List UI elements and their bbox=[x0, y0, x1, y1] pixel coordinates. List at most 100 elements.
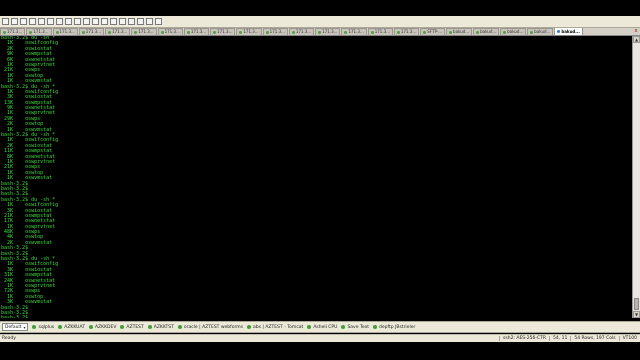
tab-label: 171.3... bbox=[295, 29, 312, 34]
tab-session[interactable]: 171.3... bbox=[78, 28, 105, 35]
session-button-label: Asheli CPU bbox=[313, 324, 338, 330]
session-button[interactable]: Asheli CPU bbox=[307, 325, 337, 330]
terminal-output[interactable]: bash-3.2$ du -sh * 1K oswifconfig 2K osw… bbox=[0, 36, 632, 318]
tab-session[interactable]: bakud... bbox=[500, 28, 527, 35]
tab-session[interactable]: 171.3... bbox=[393, 28, 420, 35]
tab-label: 171.3... bbox=[322, 29, 338, 34]
tab-label: 171.3... bbox=[85, 29, 102, 34]
tab-session[interactable]: 171.3... bbox=[131, 28, 157, 35]
session-button-icon bbox=[373, 325, 378, 329]
tab-active-session[interactable]: bakud... bbox=[554, 28, 583, 35]
tab-session[interactable]: SFTP-... bbox=[420, 28, 446, 35]
session-button-icon bbox=[177, 325, 182, 329]
vertical-scrollbar[interactable]: ▲ ▼ bbox=[632, 36, 640, 318]
tab-session[interactable]: bakud... bbox=[446, 28, 473, 35]
find-icon[interactable] bbox=[56, 18, 63, 25]
tab-session[interactable]: 171.3... bbox=[52, 28, 78, 35]
tab-session[interactable]: 171.3... bbox=[262, 28, 288, 35]
quick-connect-icon[interactable] bbox=[11, 18, 18, 25]
session-button[interactable]: AZTEST bbox=[120, 325, 144, 330]
copy-icon[interactable] bbox=[38, 18, 45, 25]
sftp-icon[interactable] bbox=[110, 18, 117, 25]
session-button-label: AZKKDEV bbox=[94, 324, 117, 330]
tab-label: 171.3... bbox=[138, 29, 154, 34]
help-icon[interactable] bbox=[155, 18, 162, 25]
tab-session[interactable]: 171.3... bbox=[315, 28, 341, 35]
tab-session[interactable]: 171.3... bbox=[288, 28, 315, 35]
session-button-icon bbox=[58, 325, 63, 329]
tab-label: 171.3... bbox=[400, 29, 417, 34]
map-keys-icon[interactable] bbox=[83, 18, 90, 25]
session-button[interactable]: depftp JBstrieler bbox=[373, 325, 415, 330]
connect-icon[interactable] bbox=[2, 18, 9, 25]
paste-icon[interactable] bbox=[47, 18, 54, 25]
settings-icon[interactable] bbox=[74, 18, 81, 25]
session-status-icon bbox=[239, 30, 243, 34]
session-options-icon[interactable] bbox=[92, 18, 99, 25]
session-status-icon bbox=[55, 30, 59, 34]
reconnect-icon[interactable] bbox=[20, 18, 27, 25]
session-button-label: oracle | AZTEST webforms bbox=[183, 324, 244, 330]
button-bar-selector[interactable]: Default ▾ bbox=[2, 323, 29, 331]
status-cell: 54 Rows, 197 Cols bbox=[570, 336, 618, 341]
session-button[interactable]: Save Text bbox=[341, 325, 369, 330]
disconnect-icon[interactable] bbox=[29, 18, 36, 25]
tab-session[interactable]: 171.3... bbox=[341, 28, 367, 35]
session-button-label: AZKKTST bbox=[153, 324, 174, 330]
tab-session[interactable]: 171.3... bbox=[105, 28, 131, 35]
tab-session[interactable]: 171.3... bbox=[210, 28, 236, 35]
global-options-icon[interactable] bbox=[101, 18, 108, 25]
session-button[interactable]: AZKKTST bbox=[147, 324, 174, 330]
status-text: Ready bbox=[2, 336, 16, 341]
status-bar: Ready ssh2: AES-256-CTR 54, 11 54 Rows, 19… bbox=[0, 334, 640, 342]
tab-label: 171.3... bbox=[112, 29, 128, 34]
session-status-icon bbox=[557, 30, 561, 33]
session-button[interactable]: AZKKUAT bbox=[58, 325, 85, 330]
tab-label: 171.3... bbox=[269, 29, 285, 34]
log-icon[interactable] bbox=[119, 18, 126, 25]
print-icon[interactable] bbox=[65, 18, 72, 25]
session-status-icon bbox=[160, 30, 164, 34]
tab-label: 171.3... bbox=[7, 29, 23, 34]
session-status-icon bbox=[423, 30, 427, 34]
terminal-window: 171.3... 171.3... 171.3... 171.3... 171.3...… bbox=[0, 0, 640, 360]
session-status-icon bbox=[370, 30, 374, 34]
tab-session[interactable]: bakud... bbox=[527, 28, 554, 35]
tab-session[interactable]: 171.3... bbox=[367, 28, 393, 35]
session-button-icon bbox=[147, 325, 152, 329]
session-button[interactable]: AZKKDEV bbox=[88, 324, 117, 330]
tab-session[interactable]: 171.3... bbox=[236, 28, 262, 35]
tab-session[interactable]: 171.3... bbox=[157, 28, 183, 35]
tab-session[interactable]: 171.3... bbox=[26, 28, 52, 35]
button-bar: Default ▾ sqlplus AZKKUAT AZKKDEV AZTEST AZKKT… bbox=[0, 321, 640, 333]
session-button-icon bbox=[88, 325, 93, 329]
tab-session[interactable]: 171.3... bbox=[0, 28, 26, 35]
tab-label: bakud... bbox=[561, 28, 580, 34]
tab-session[interactable]: 171.3... bbox=[183, 28, 210, 35]
script-icon[interactable] bbox=[128, 18, 135, 25]
tab-session[interactable]: bakud... bbox=[473, 28, 500, 35]
chevron-down-icon[interactable]: ▾ bbox=[23, 325, 25, 330]
keymap-icon[interactable] bbox=[137, 18, 144, 25]
session-button-icon bbox=[32, 325, 37, 329]
close-tab-icon[interactable]: x bbox=[632, 28, 640, 35]
session-button-icon bbox=[341, 325, 346, 329]
session-button-label: abs | AZTEST - Tomcat bbox=[253, 324, 304, 330]
tab-label: bakud... bbox=[507, 29, 524, 34]
tab-label: 171.3... bbox=[374, 29, 390, 34]
tab-label: 171.3... bbox=[164, 29, 180, 34]
session-button[interactable]: oracle | AZTEST webforms bbox=[177, 324, 244, 330]
session-tab-bar: 171.3... 171.3... 171.3... 171.3... 171.3...… bbox=[0, 28, 640, 36]
scroll-up-arrow-icon[interactable]: ▲ bbox=[633, 36, 640, 43]
scroll-down-arrow-icon[interactable]: ▼ bbox=[633, 311, 640, 318]
session-button-label: Default bbox=[5, 324, 22, 330]
tile-icon[interactable] bbox=[146, 18, 153, 25]
session-button-label: sqlplus bbox=[38, 324, 55, 330]
session-button[interactable]: abs | AZTEST - Tomcat bbox=[247, 325, 303, 330]
session-button[interactable]: sqlplus bbox=[32, 325, 54, 330]
session-button-icon bbox=[120, 325, 125, 329]
scrollbar-thumb[interactable] bbox=[634, 298, 639, 310]
status-cell: ssh2: AES-256-CTR bbox=[499, 336, 549, 341]
status-cell: 54, 11 bbox=[549, 336, 570, 341]
tab-label: 171.3... bbox=[243, 29, 259, 34]
